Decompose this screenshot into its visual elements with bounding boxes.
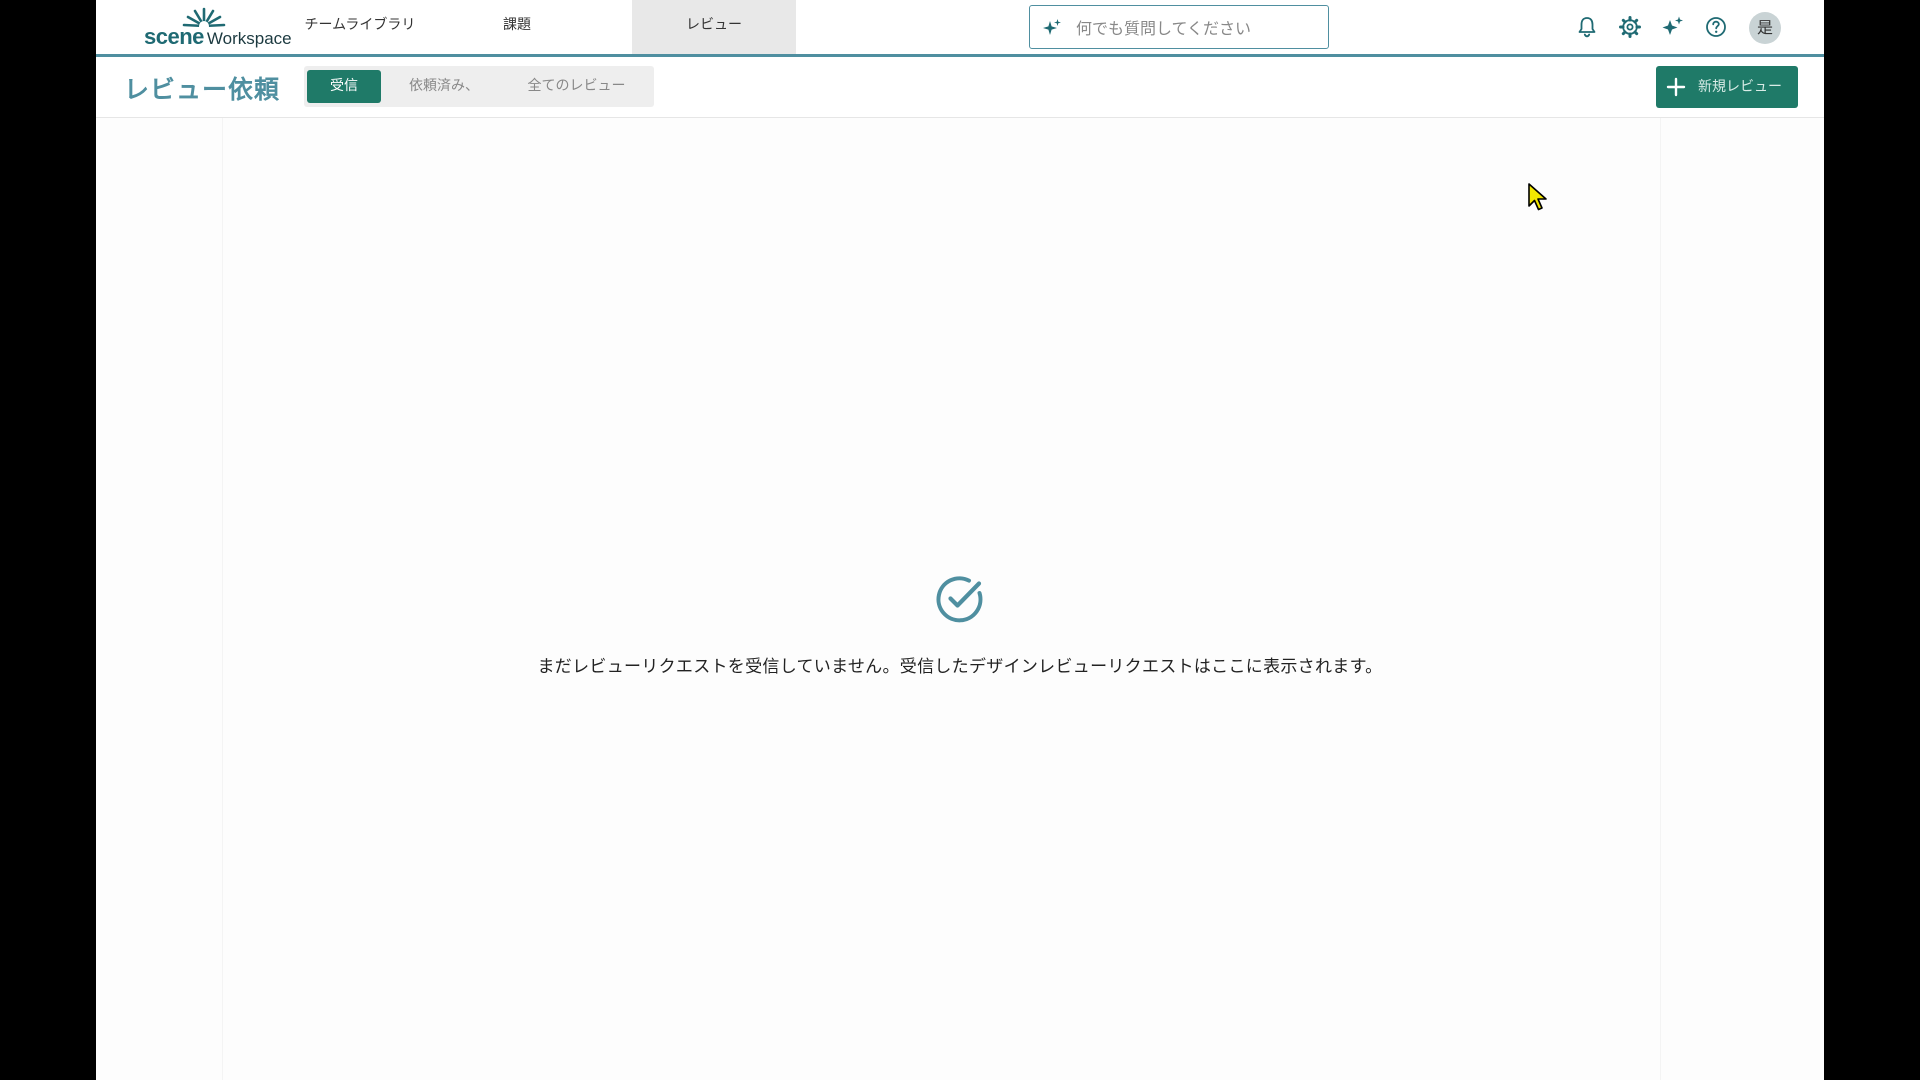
gear-icon[interactable] <box>1617 14 1643 40</box>
page-title: レビュー依頼 <box>124 75 281 104</box>
app-logo[interactable]: scene Workspace <box>144 6 294 50</box>
page-header: レビュー依頼 受信 依頼済み、 全てのレビュー 新規レビュー <box>96 57 1824 118</box>
logo-wordmark: scene Workspace <box>144 26 292 50</box>
empty-state: まだレビューリクエストを受信していません。受信したデザインレビューリクエストはこ… <box>96 572 1824 677</box>
mouse-cursor-icon <box>1528 183 1547 211</box>
ask-anything-search[interactable] <box>1029 5 1329 49</box>
new-review-button-label: 新規レビュー <box>1698 79 1782 95</box>
top-nav-bar: scene Workspace チームライブラリ 課題 レビュー 何でも質問して… <box>96 0 1824 57</box>
empty-state-message: まだレビューリクエストを受信していません。受信したデザインレビューリクエストはこ… <box>537 657 1383 677</box>
segment-requested[interactable]: 依頼済み、 <box>389 70 499 103</box>
review-filter-segmented-control: 受信 依頼済み、 全てのレビュー <box>304 66 654 107</box>
segment-all-reviews[interactable]: 全てのレビュー <box>504 70 649 103</box>
bell-icon[interactable] <box>1574 14 1600 40</box>
plus-icon <box>1666 77 1686 97</box>
sparkle-icon <box>1043 19 1061 35</box>
nav-tab-team-library[interactable]: チームライブラリ <box>279 0 441 54</box>
new-review-button[interactable]: 新規レビュー <box>1656 66 1798 108</box>
logo-primary-text: scene <box>144 24 204 49</box>
user-avatar[interactable]: 是 <box>1749 12 1781 44</box>
segment-received[interactable]: 受信 <box>307 70 381 103</box>
review-list-area: まだレビューリクエストを受信していません。受信したデザインレビューリクエストはこ… <box>96 118 1824 1080</box>
search-input[interactable] <box>1074 14 1318 42</box>
app-window: scene Workspace チームライブラリ 課題 レビュー 何でも質問して… <box>96 0 1824 1080</box>
nav-tab-reviews[interactable]: レビュー <box>632 0 796 54</box>
check-circle-icon <box>936 576 983 623</box>
ai-sparkle-icon[interactable] <box>1660 14 1686 40</box>
nav-tab-issues[interactable]: 課題 <box>441 0 593 54</box>
help-icon[interactable] <box>1703 14 1729 40</box>
